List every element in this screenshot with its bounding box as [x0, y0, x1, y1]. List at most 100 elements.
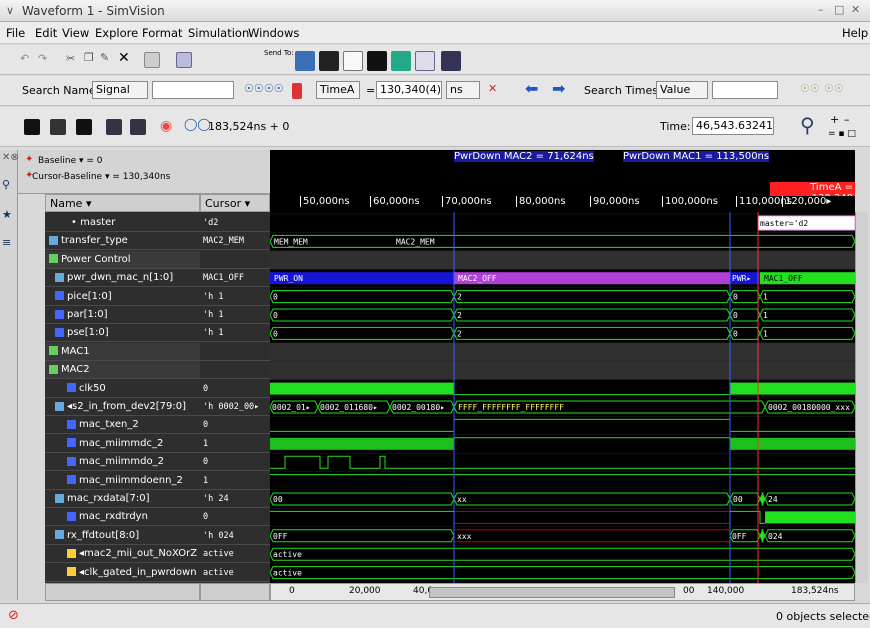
window-menu-icon[interactable]: ∨ [6, 4, 14, 17]
new-waveform-icon[interactable] [144, 52, 160, 68]
zoom-fit-icon[interactable]: = ▪ □ [828, 129, 856, 139]
signal-row-12[interactable]: mac_miimmdc_2 [45, 435, 200, 453]
cursor-baseline-label[interactable]: Cursor-Baseline ▾ = 130,340ns [32, 172, 170, 182]
cursor-value-8 [200, 361, 270, 380]
signal-row-15[interactable]: mac_rxdata[7:0] [45, 490, 200, 508]
copy-icon[interactable]: ❐ [84, 51, 94, 64]
menu-file[interactable]: File [6, 26, 25, 40]
signal-row-8[interactable]: MAC2 [45, 361, 200, 380]
signal-row-14[interactable]: mac_miimmdoenn_2 [45, 472, 200, 490]
name-column-header[interactable]: Name ▾ [45, 194, 200, 212]
search-type-dropdown[interactable]: Signal [92, 81, 148, 99]
schematic-icon[interactable] [176, 52, 192, 68]
signal-row-13[interactable]: mac_miimmdo_2 [45, 453, 200, 472]
zoom-out-icon[interactable]: – [844, 113, 850, 126]
waveform-canvas[interactable]: master='d2 MEM_MEM MAC2_MEM PWR_ON MAC2_OFF P… [270, 212, 855, 583]
time-input[interactable]: 46,543.63241ns : 1 [692, 117, 774, 135]
marker-mac1-label[interactable]: PwrDown MAC1 = 113,500ns [623, 151, 770, 162]
menu-help[interactable]: Help [842, 26, 868, 40]
menu-simulation[interactable]: Simulation [188, 26, 249, 40]
select-tool-icon[interactable]: ✕⊗ [2, 152, 19, 163]
search-times-next-icon[interactable]: ☉☉ [824, 82, 844, 95]
vertical-scrollbar[interactable] [855, 212, 868, 583]
signal-row-17[interactable]: rx_ffdtout[8:0] [45, 527, 200, 545]
time-value-input[interactable]: 130,340(4) [376, 81, 442, 99]
search-binoculars-icon[interactable]: ☉☉ [244, 82, 264, 95]
signal-row-18[interactable]: ◂mac2_mii_out_NoXOrZ [45, 545, 200, 564]
maximize-icon[interactable]: □ [834, 3, 844, 16]
signal-row-1[interactable]: transfer_type [45, 232, 200, 251]
menu-explore[interactable]: Explore [95, 26, 138, 40]
hscroll-thumb[interactable] [429, 587, 675, 598]
name-hscrollbar[interactable] [45, 583, 200, 601]
minimize-icon[interactable]: – [818, 3, 824, 16]
cursor-value-14: 1 [200, 472, 270, 490]
signal-row-0[interactable]: • master [45, 214, 200, 232]
signal-row-19[interactable]: ◂clk_gated_in_pwrdown [45, 564, 200, 582]
redo-icon[interactable]: ↷ [38, 52, 47, 65]
s2-b-text: 0002_011680▸ [320, 403, 378, 412]
send-to-source-icon[interactable] [343, 51, 363, 71]
menu-format[interactable]: Format [142, 26, 183, 40]
rxxx-text: xx [457, 495, 467, 504]
val-0b: 0 [733, 329, 738, 338]
signal-row-2[interactable]: Power Control [45, 250, 200, 269]
send-to-browser-icon[interactable] [441, 51, 461, 71]
close-icon[interactable]: ✕ [851, 3, 860, 16]
search-times-dropdown[interactable]: Value [656, 81, 708, 99]
reset-icon[interactable] [76, 119, 92, 135]
marker-timea-label[interactable]: TimeA = 130,340 [770, 182, 855, 196]
send-to-schematic-icon[interactable] [319, 51, 339, 71]
undo-icon[interactable]: ↶ [20, 52, 29, 65]
waveform-pane[interactable]: master='d2 MEM_MEM MAC2_MEM PWR_ON MAC2_OFF P… [270, 212, 855, 583]
signal-row-5[interactable]: par[1:0] [45, 306, 200, 324]
signal-row-3[interactable]: pwr_dwn_mac_n[1:0] [45, 269, 200, 288]
send-to-register-icon[interactable] [367, 51, 387, 71]
search-binoculars-next-icon[interactable]: ☉☉ [264, 82, 284, 95]
step-icon[interactable] [106, 119, 122, 135]
send-to-table-icon[interactable] [415, 51, 435, 71]
cursor-hscrollbar[interactable] [200, 583, 270, 601]
record-icon[interactable]: ◉ [160, 118, 172, 134]
signal-row-9[interactable]: clk50 [45, 380, 200, 398]
menu-windows[interactable]: Windows [248, 26, 299, 40]
menu-view[interactable]: View [62, 26, 89, 40]
time-hscrollbar[interactable]: 0 20,000 40,0 00 140,000 183,524ns [270, 583, 855, 601]
zoom-in-icon[interactable]: + [830, 113, 839, 126]
time-unit-dropdown[interactable]: ns [446, 81, 480, 99]
menu-edit[interactable]: Edit [35, 26, 57, 40]
cursor-column-header[interactable]: Cursor ▾ [200, 194, 270, 212]
send-to-waveform-icon[interactable] [295, 51, 315, 71]
signal-row-6[interactable]: pse[1:0] [45, 324, 200, 343]
zoom-icon[interactable]: ⚲ [800, 113, 815, 137]
signal-row-11[interactable]: mac_txen_2 [45, 416, 200, 435]
cursor-value-11: 0 [200, 416, 270, 435]
search-tool-icon[interactable]: ⚲ [2, 178, 10, 191]
expand-tool-icon[interactable]: ≡ [2, 236, 11, 249]
run-icon[interactable] [24, 119, 40, 135]
send-to-memory-icon[interactable] [391, 51, 411, 71]
step-over-icon[interactable] [130, 119, 146, 135]
signal-row-16[interactable]: mac_rxdtrdyn [45, 508, 200, 527]
search-times-input[interactable] [712, 81, 778, 99]
rdy-b [730, 510, 765, 524]
pause-icon[interactable] [50, 119, 66, 135]
stop-icon[interactable]: ⊘ [8, 608, 19, 623]
search-times-prev-icon[interactable]: ☉☉ [800, 82, 820, 95]
filter-tool-icon[interactable]: ★ [2, 208, 12, 221]
delete-icon[interactable]: ✕ [118, 50, 130, 66]
time-marker-dropdown[interactable]: TimeA [316, 81, 360, 99]
signal-row-7[interactable]: MAC1 [45, 342, 200, 361]
marker-mac2-label[interactable]: PwrDown MAC2 = 71,624ns [454, 151, 594, 162]
signal-row-4[interactable]: pice[1:0] [45, 288, 200, 306]
signal-row-10[interactable]: ◂s2_in_from_dev2[79:0] [45, 398, 200, 416]
next-edge-icon[interactable]: ➡ [552, 79, 565, 98]
edge-filter-icon[interactable]: ✕ [488, 82, 497, 95]
prev-edge-icon[interactable]: ⬅ [525, 79, 538, 98]
baseline-label[interactable]: Baseline ▾ = 0 [38, 156, 103, 166]
search-names-input[interactable] [152, 81, 234, 99]
cursor-flag-icon[interactable] [292, 83, 302, 99]
cut-icon[interactable]: ✂ [66, 52, 75, 65]
bus-0 [270, 308, 455, 322]
paste-icon[interactable]: ✎ [100, 51, 109, 64]
